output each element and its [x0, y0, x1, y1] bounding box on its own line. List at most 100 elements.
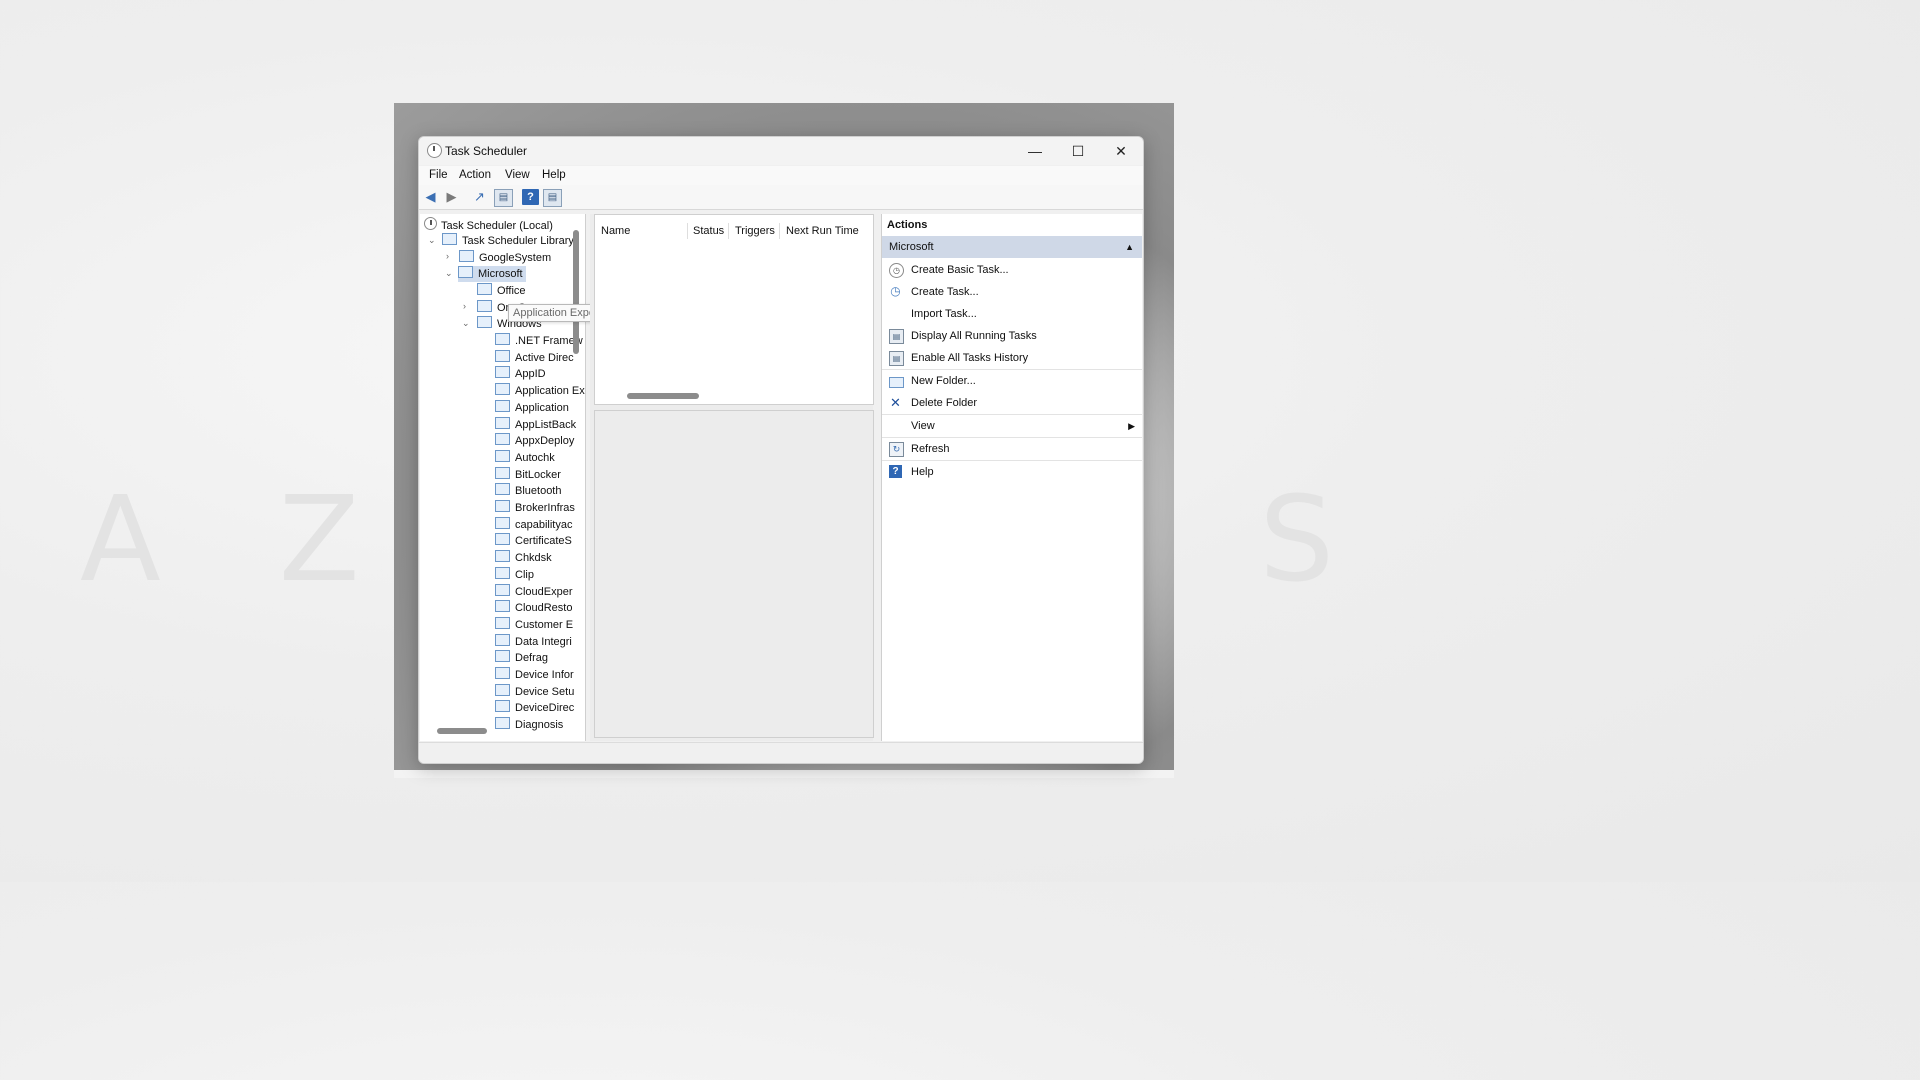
folder-icon: [495, 700, 510, 713]
maximize-button[interactable]: ☐: [1056, 137, 1100, 165]
tree-node-label: CloudExper: [515, 585, 573, 598]
actions-group-label: Microsoft: [889, 241, 934, 253]
action-label: Refresh: [911, 443, 950, 455]
chevron-right-icon[interactable]: ›: [463, 301, 466, 311]
folder-icon: [495, 533, 510, 546]
folder-icon: [495, 500, 510, 512]
tree-node-windows-child[interactable]: AppListBack: [495, 416, 577, 433]
tree-node-label: BitLocker: [515, 468, 561, 481]
column-triggers[interactable]: Triggers: [735, 225, 775, 237]
folder-icon: [495, 667, 510, 679]
tree-vertical-scrollbar[interactable]: [573, 230, 579, 354]
column-divider[interactable]: [687, 223, 688, 239]
tree-node-label: Microsoft: [478, 268, 523, 280]
tree-node-windows-child[interactable]: Device Infor: [495, 667, 574, 683]
tree-node-windows-child[interactable]: Autochk: [495, 449, 555, 466]
action-new-folder[interactable]: New Folder...: [882, 370, 1142, 392]
tree-node-windows-child[interactable]: Diagnosis: [495, 717, 563, 733]
action-create-task[interactable]: ◷ Create Task...: [882, 281, 1142, 303]
column-divider[interactable]: [728, 223, 729, 239]
tree-node-windows-child[interactable]: CloudResto: [495, 600, 572, 616]
folder-icon: [495, 466, 510, 479]
folder-icon: [495, 349, 510, 362]
tree-node-windows-child[interactable]: CertificateS: [495, 533, 572, 549]
tree-node-windows-child[interactable]: AppxDeploy: [495, 433, 574, 449]
chevron-down-icon[interactable]: ⌄: [428, 235, 436, 246]
folder-icon: [495, 616, 510, 629]
action-label: Import Task...: [911, 308, 977, 320]
tree-node-windows-child[interactable]: Application Experience: [495, 383, 585, 399]
tree-node-windows-child[interactable]: capabilityac: [495, 516, 572, 533]
clock-icon: [424, 217, 437, 230]
show-hide-console-tree-icon[interactable]: ▤: [494, 189, 513, 207]
tree-node-label: AppListBack: [515, 418, 577, 431]
tree-node-root[interactable]: Task Scheduler (Local): [424, 216, 553, 232]
tree-node-windows-child[interactable]: Bluetooth: [495, 483, 561, 499]
tree-node-windows-child[interactable]: Chkdsk: [495, 550, 552, 566]
tree-node-office[interactable]: Office: [477, 283, 526, 299]
action-enable-tasks-history[interactable]: ▤ Enable All Tasks History: [882, 347, 1142, 369]
menu-bar: File Action View Help: [419, 166, 1143, 185]
column-divider[interactable]: [779, 223, 780, 239]
forward-arrow-icon[interactable]: ▶: [443, 189, 460, 205]
action-create-basic-task[interactable]: ◷ Create Basic Task...: [882, 259, 1142, 281]
chevron-down-icon[interactable]: ⌄: [462, 318, 470, 329]
tree-node-label: BrokerInfras: [515, 502, 575, 514]
action-delete-folder[interactable]: ✕ Delete Folder: [882, 392, 1142, 414]
tree-node-windows-child[interactable]: Application: [495, 399, 569, 416]
action-display-running-tasks[interactable]: ▤ Display All Running Tasks: [882, 325, 1142, 347]
tree-node-windows-child[interactable]: Active Direc: [495, 349, 574, 366]
tree-node-label: Task Scheduler Library: [462, 235, 574, 247]
action-label: Create Basic Task...: [911, 264, 1009, 276]
column-status[interactable]: Status: [693, 225, 724, 237]
actions-pane: Actions Microsoft ▲ ◷ Create Basic Task.…: [881, 214, 1142, 741]
tree-node-windows-child[interactable]: DeviceDirec: [495, 700, 574, 716]
folder-icon: [495, 333, 510, 345]
new-folder-icon: [889, 377, 904, 388]
back-arrow-icon[interactable]: ◀: [422, 189, 439, 205]
tree-node-windows-child[interactable]: CloudExper: [495, 583, 573, 600]
tree-node-windows-child[interactable]: BitLocker: [495, 466, 561, 483]
collapse-arrow-icon[interactable]: ▲: [1125, 236, 1134, 258]
chevron-down-icon[interactable]: ⌄: [445, 268, 453, 279]
tree-node-windows-child[interactable]: Customer E: [495, 616, 573, 633]
up-folder-icon[interactable]: ↗: [471, 189, 488, 205]
action-view[interactable]: View ▶: [882, 415, 1142, 437]
close-button[interactable]: ✕: [1099, 137, 1143, 165]
tree-node-microsoft[interactable]: Microsoft: [458, 266, 526, 282]
chevron-right-icon[interactable]: ›: [446, 251, 449, 261]
column-next-run-time[interactable]: Next Run Time: [786, 225, 859, 237]
column-name[interactable]: Name: [601, 225, 630, 237]
tree-node-label: AppID: [515, 368, 546, 381]
tree-node-windows-child[interactable]: .NET Framew: [495, 333, 583, 349]
tree-node-windows-child[interactable]: Device Setu: [495, 683, 574, 700]
menu-action[interactable]: Action: [459, 169, 491, 181]
tree-node-label: Active Direc: [515, 351, 574, 364]
console-tree: Task Scheduler (Local) ⌄ Task Scheduler …: [420, 214, 586, 741]
tree-node-windows-child[interactable]: Data Integri: [495, 633, 572, 650]
folder-icon: [477, 300, 492, 312]
actions-group-microsoft[interactable]: Microsoft ▲: [882, 236, 1142, 258]
folder-icon: [495, 600, 510, 613]
tree-node-library[interactable]: Task Scheduler Library: [442, 233, 574, 249]
help-icon[interactable]: ?: [522, 189, 539, 205]
tree-horizontal-scrollbar[interactable]: [437, 728, 487, 734]
menu-file[interactable]: File: [429, 169, 448, 181]
menu-view[interactable]: View: [505, 169, 530, 181]
folder-icon: [477, 316, 492, 328]
tree-node-windows-child[interactable]: BrokerInfras: [495, 500, 575, 516]
action-refresh[interactable]: ↻ Refresh: [882, 438, 1142, 460]
show-hide-action-pane-icon[interactable]: ▤: [543, 189, 562, 207]
tree-node-label: Task Scheduler (Local): [441, 220, 553, 232]
tree-node-googlesystem[interactable]: GoogleSystem: [459, 250, 551, 266]
menu-help[interactable]: Help: [542, 169, 566, 181]
minimize-button[interactable]: —: [1013, 137, 1057, 165]
list-horizontal-scrollbar[interactable]: [627, 393, 699, 399]
tree-node-windows-child[interactable]: Defrag: [495, 650, 548, 666]
task-detail-pane: [594, 410, 874, 738]
tree-node-windows-child[interactable]: AppID: [495, 366, 546, 382]
tree-node-windows-child[interactable]: Clip: [495, 566, 534, 583]
action-import-task[interactable]: Import Task...: [882, 303, 1142, 325]
action-help[interactable]: ? Help: [882, 461, 1142, 483]
tree-node-label: AppxDeploy: [515, 435, 575, 448]
